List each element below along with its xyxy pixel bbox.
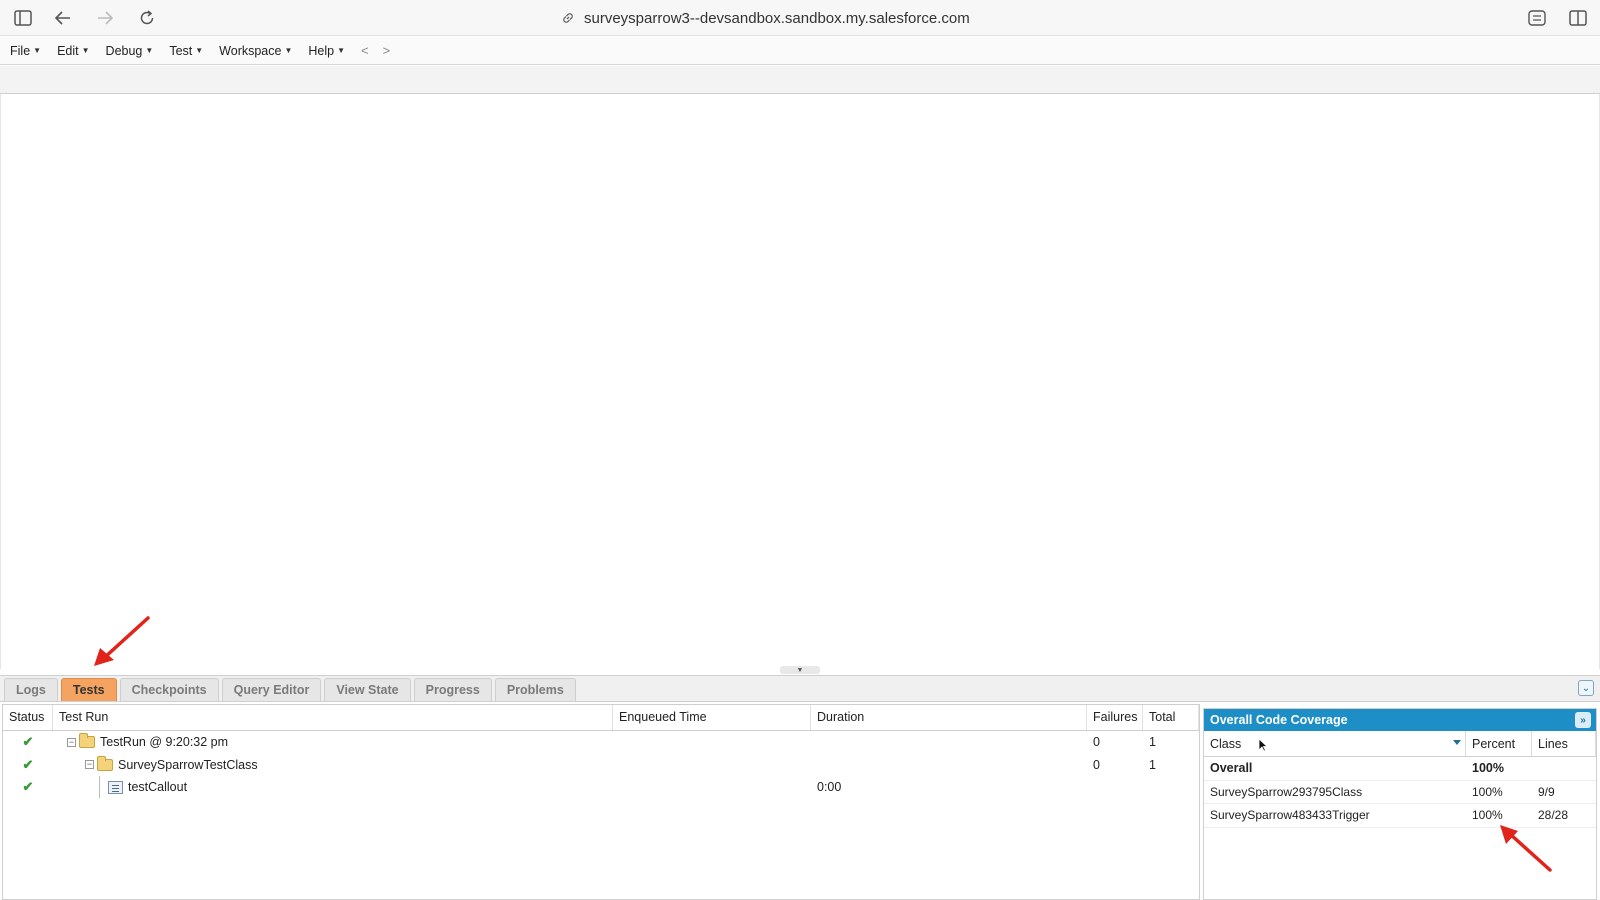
caret-down-icon: ▼ — [337, 46, 346, 55]
panel-tab-bar: Logs Tests Checkpoints Query Editor View… — [0, 675, 1600, 702]
menu-debug[interactable]: Debug ▼ — [106, 44, 162, 58]
menu-edit[interactable]: Edit ▼ — [57, 44, 97, 58]
tests-grid-header: Status Test Run Enqueued Time Duration F… — [3, 705, 1199, 731]
total-cell: 1 — [1149, 757, 1156, 772]
back-icon[interactable] — [52, 8, 74, 28]
tests-grid: Status Test Run Enqueued Time Duration F… — [2, 704, 1200, 900]
lines-cell: 9/9 — [1538, 784, 1555, 799]
menu-edit-label: Edit — [57, 43, 79, 58]
column-header-status[interactable]: Status — [3, 705, 53, 730]
browser-toolbar: surveysparrow3--devsandbox.sandbox.my.sa… — [0, 0, 1600, 36]
reload-icon[interactable] — [136, 8, 158, 28]
history-forward-button[interactable]: > — [383, 43, 391, 58]
extension-icon[interactable] — [1526, 8, 1548, 28]
editor-area[interactable] — [0, 94, 1600, 669]
forward-icon[interactable] — [94, 8, 116, 28]
column-header-class-label: Class — [1210, 737, 1242, 751]
failures-cell: 0 — [1093, 735, 1100, 750]
column-header-failures[interactable]: Failures — [1087, 705, 1143, 730]
status-cell: ✔ — [3, 779, 53, 795]
column-header-total[interactable]: Total — [1143, 705, 1199, 730]
class-cell: SurveySparrow293795Class — [1210, 784, 1363, 799]
address-bar[interactable]: surveysparrow3--devsandbox.sandbox.my.sa… — [560, 8, 970, 28]
percent-cell: 100% — [1472, 784, 1503, 799]
editor-toolbar — [0, 66, 1600, 94]
test-class-name: SurveySparrowTestClass — [118, 757, 258, 772]
collapse-tree-icon[interactable]: − — [85, 760, 94, 770]
url-text: surveysparrow3--devsandbox.sandbox.my.sa… — [584, 9, 970, 27]
test-method-icon — [108, 780, 123, 794]
code-coverage-panel: Overall Code Coverage » Class Percent Li… — [1203, 708, 1597, 900]
tab-logs[interactable]: Logs — [4, 678, 58, 701]
menu-file-label: File — [10, 43, 31, 58]
menu-workspace[interactable]: Workspace ▼ — [219, 44, 300, 58]
tab-tests[interactable]: Tests — [60, 678, 117, 701]
table-row[interactable]: ✔ − SurveySparrowTestClass 0 1 — [3, 754, 1199, 777]
collapse-panel-icon[interactable]: ⌄ — [1578, 680, 1594, 696]
column-header-class[interactable]: Class — [1204, 731, 1466, 756]
folder-icon — [79, 733, 95, 749]
column-header-test-run[interactable]: Test Run — [53, 705, 613, 730]
table-row[interactable]: ✔ − TestRun @ 9:20:32 pm 0 1 — [3, 731, 1199, 754]
sort-dropdown-icon[interactable] — [1453, 740, 1461, 745]
tree-connector — [99, 776, 100, 799]
caret-down-icon: ▼ — [284, 46, 293, 55]
coverage-row-overall[interactable]: Overall 100% — [1204, 757, 1596, 781]
caret-down-icon: ▼ — [145, 46, 154, 55]
split-view-icon[interactable] — [1567, 8, 1589, 28]
tab-checkpoints[interactable]: Checkpoints — [119, 678, 219, 701]
column-header-lines[interactable]: Lines — [1532, 731, 1596, 756]
mouse-cursor-icon — [1258, 738, 1268, 752]
test-run-cell: testCallout — [53, 776, 613, 799]
menu-test-label: Test — [169, 43, 193, 58]
menu-help-label: Help — [308, 43, 335, 58]
column-header-percent[interactable]: Percent — [1466, 731, 1532, 756]
tab-view-state[interactable]: View State — [324, 678, 411, 701]
menu-file[interactable]: File ▼ — [10, 44, 49, 58]
total-cell: 1 — [1149, 735, 1156, 750]
test-run-name: TestRun @ 9:20:32 pm — [100, 735, 229, 750]
check-icon: ✔ — [22, 756, 34, 772]
panel-splitter-handle[interactable]: ▼ — [780, 666, 820, 674]
tab-problems[interactable]: Problems — [494, 678, 576, 701]
test-run-cell: − TestRun @ 9:20:32 pm — [53, 733, 613, 750]
link-icon — [560, 10, 576, 26]
tab-progress[interactable]: Progress — [413, 678, 492, 701]
failures-cell: 0 — [1093, 757, 1100, 772]
coverage-row[interactable]: SurveySparrow293795Class 100% 9/9 — [1204, 781, 1596, 804]
caret-down-icon: ▼ — [33, 46, 42, 55]
coverage-title: Overall Code Coverage — [1210, 713, 1348, 727]
column-header-enqueued-time[interactable]: Enqueued Time — [613, 705, 811, 730]
menu-test[interactable]: Test ▼ — [169, 44, 211, 58]
column-header-duration[interactable]: Duration — [811, 705, 1087, 730]
duration-cell: 0:00 — [817, 780, 842, 795]
test-run-cell: − SurveySparrowTestClass — [53, 755, 613, 772]
class-cell: SurveySparrow483433Trigger — [1210, 808, 1370, 823]
table-row[interactable]: ✔ testCallout 0:00 — [3, 776, 1199, 799]
status-cell: ✔ — [3, 734, 53, 750]
history-back-button[interactable]: < — [361, 43, 369, 58]
caret-down-icon: ▼ — [81, 46, 90, 55]
menu-bar: File ▼ Edit ▼ Debug ▼ Test ▼ Workspace ▼ Help… — [0, 37, 1600, 65]
check-icon: ✔ — [22, 779, 34, 795]
class-cell: Overall — [1210, 761, 1253, 776]
coverage-row[interactable]: SurveySparrow483433Trigger 100% 28/28 — [1204, 804, 1596, 828]
menu-workspace-label: Workspace — [219, 43, 282, 58]
expand-panel-icon[interactable]: » — [1575, 712, 1591, 728]
lines-cell: 28/28 — [1538, 808, 1569, 823]
collapse-tree-icon[interactable]: − — [67, 737, 76, 747]
percent-cell: 100% — [1472, 761, 1504, 776]
tab-query-editor[interactable]: Query Editor — [221, 678, 322, 701]
sidebar-toggle-icon[interactable] — [12, 8, 34, 28]
menu-debug-label: Debug — [105, 43, 143, 58]
test-method-name: testCallout — [128, 780, 188, 795]
check-icon: ✔ — [22, 734, 34, 750]
percent-cell: 100% — [1472, 808, 1503, 823]
menu-help[interactable]: Help ▼ — [308, 44, 353, 58]
coverage-panel-header: Overall Code Coverage » — [1204, 709, 1596, 731]
caret-down-icon: ▼ — [195, 46, 204, 55]
folder-icon — [97, 755, 113, 771]
status-cell: ✔ — [3, 757, 53, 773]
